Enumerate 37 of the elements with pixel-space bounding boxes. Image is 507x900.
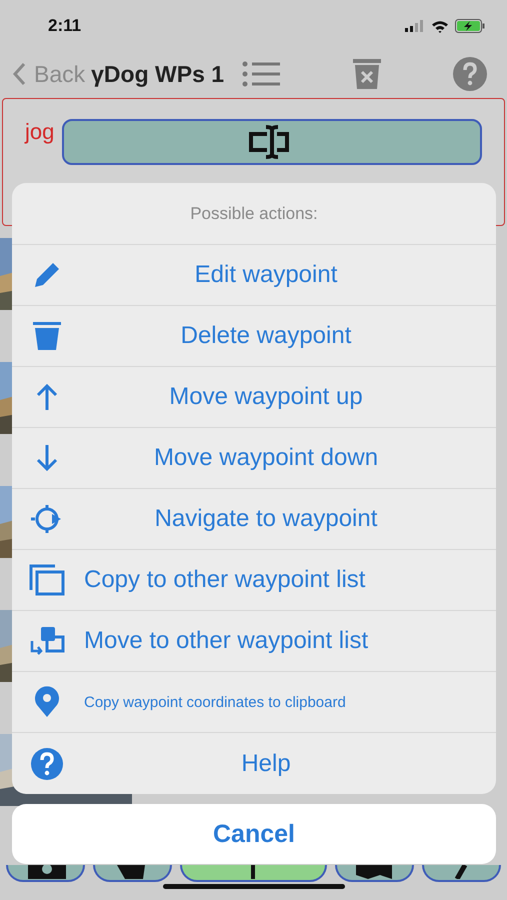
back-button[interactable]: Back: [12, 60, 86, 88]
toolbar-button[interactable]: [6, 865, 86, 882]
action-button[interactable]: Help: [12, 733, 496, 794]
status-time: 2:11: [48, 16, 82, 36]
battery-charging-icon: [455, 19, 485, 33]
location-pin-icon: [34, 686, 60, 718]
toolbar-button[interactable]: [180, 865, 327, 882]
help-icon[interactable]: [453, 57, 487, 91]
arrow-up-icon: [35, 383, 59, 411]
signal-icon: [405, 20, 425, 32]
toolbar-button[interactable]: [334, 865, 414, 882]
action-button[interactable]: Move to other waypoint list: [12, 611, 496, 672]
sheet-title: Possible actions:: [12, 183, 496, 245]
action-button[interactable]: Navigate to waypoint: [12, 489, 496, 550]
list-icon[interactable]: [242, 61, 280, 87]
trash-icon[interactable]: [352, 59, 381, 89]
action-button[interactable]: Copy to other waypoint list: [12, 550, 496, 611]
action-button[interactable]: Copy waypoint coordinates to clipboard: [12, 672, 496, 733]
action-button[interactable]: Edit waypoint: [12, 245, 496, 306]
plus-icon: [251, 865, 256, 879]
action-button[interactable]: Move waypoint up: [12, 367, 496, 428]
toolbar-button[interactable]: [93, 865, 172, 882]
jog-button[interactable]: [62, 119, 482, 165]
jog-label: jog: [25, 119, 54, 146]
action-button[interactable]: Delete waypoint: [12, 306, 496, 367]
help-icon: [30, 746, 64, 780]
action-button[interactable]: Move waypoint down: [12, 428, 496, 489]
trash-icon: [32, 321, 62, 351]
screen-title: γDog WPs 1: [91, 60, 224, 88]
arrow-down-icon: [35, 444, 59, 472]
move-icon: [29, 627, 65, 655]
toolbar-button[interactable]: [422, 865, 501, 882]
pencil-icon: [32, 260, 62, 290]
cancel-button[interactable]: Cancel: [12, 804, 496, 864]
wifi-icon: [431, 20, 449, 32]
chevron-left-icon: [12, 62, 26, 86]
copy-icon: [29, 564, 65, 596]
